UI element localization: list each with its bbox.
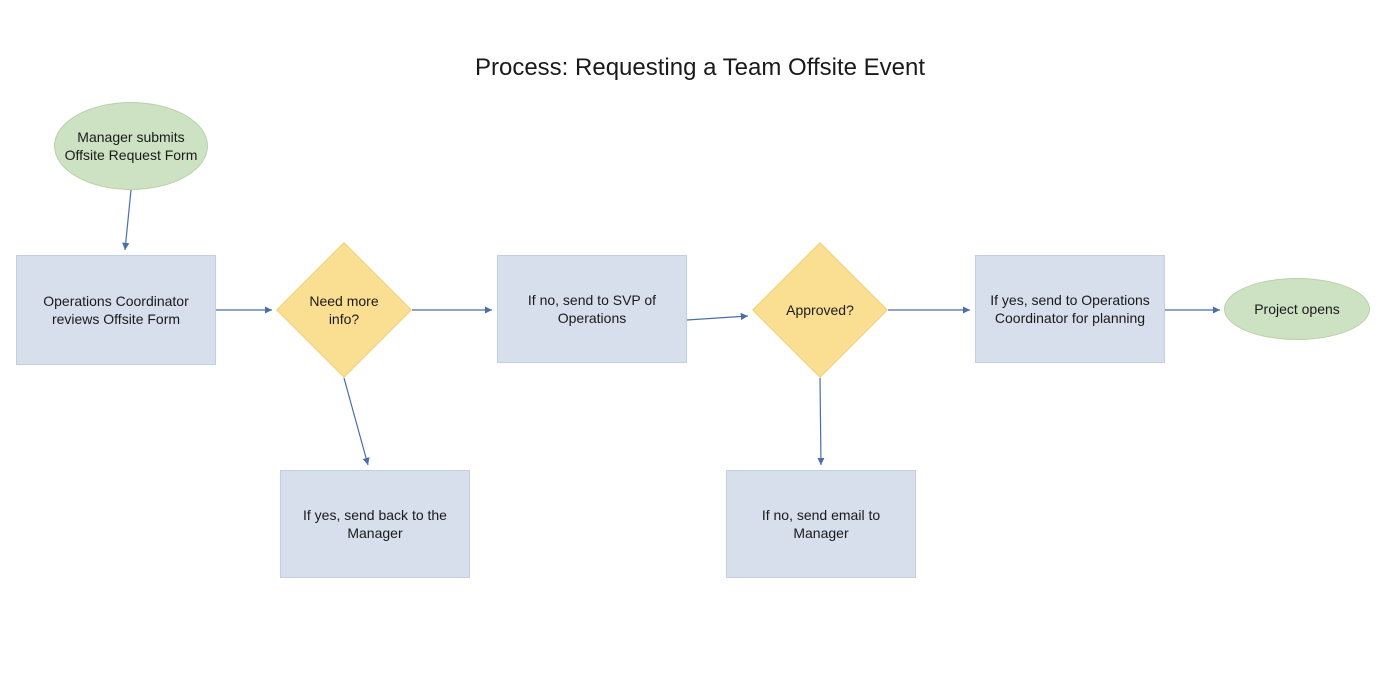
- arrow-svp-to-approved: [687, 316, 748, 320]
- process-yes-back-label: If yes, send back to the Manager: [287, 506, 463, 542]
- process-review: Operations Coordinator reviews Offsite F…: [16, 255, 216, 365]
- arrow-needinfo-to-yesback: [344, 378, 368, 465]
- process-no-svp-label: If no, send to SVP of Operations: [504, 291, 680, 327]
- process-no-email: If no, send email to Manager: [726, 470, 916, 578]
- arrow-approved-to-noemail: [820, 378, 821, 465]
- process-no-email-label: If no, send email to Manager: [733, 506, 909, 542]
- process-yes-plan: If yes, send to Operations Coordinator f…: [975, 255, 1165, 363]
- process-yes-plan-label: If yes, send to Operations Coordinator f…: [982, 291, 1158, 327]
- decision-need-info-label: Need more info?: [296, 262, 392, 358]
- end-node: Project opens: [1224, 278, 1370, 340]
- process-yes-back: If yes, send back to the Manager: [280, 470, 470, 578]
- arrow-start-to-review: [125, 190, 131, 250]
- flowchart-canvas: Process: Requesting a Team Offsite Event…: [0, 0, 1400, 697]
- start-node: Manager submits Offsite Request Form: [54, 102, 208, 190]
- end-node-label: Project opens: [1254, 300, 1340, 318]
- process-no-svp: If no, send to SVP of Operations: [497, 255, 687, 363]
- process-review-label: Operations Coordinator reviews Offsite F…: [23, 292, 209, 328]
- diagram-title: Process: Requesting a Team Offsite Event: [0, 54, 1400, 82]
- start-node-label: Manager submits Offsite Request Form: [61, 128, 201, 164]
- decision-approved-label: Approved?: [772, 262, 868, 358]
- decision-need-info: Need more info?: [296, 262, 392, 358]
- decision-approved: Approved?: [772, 262, 868, 358]
